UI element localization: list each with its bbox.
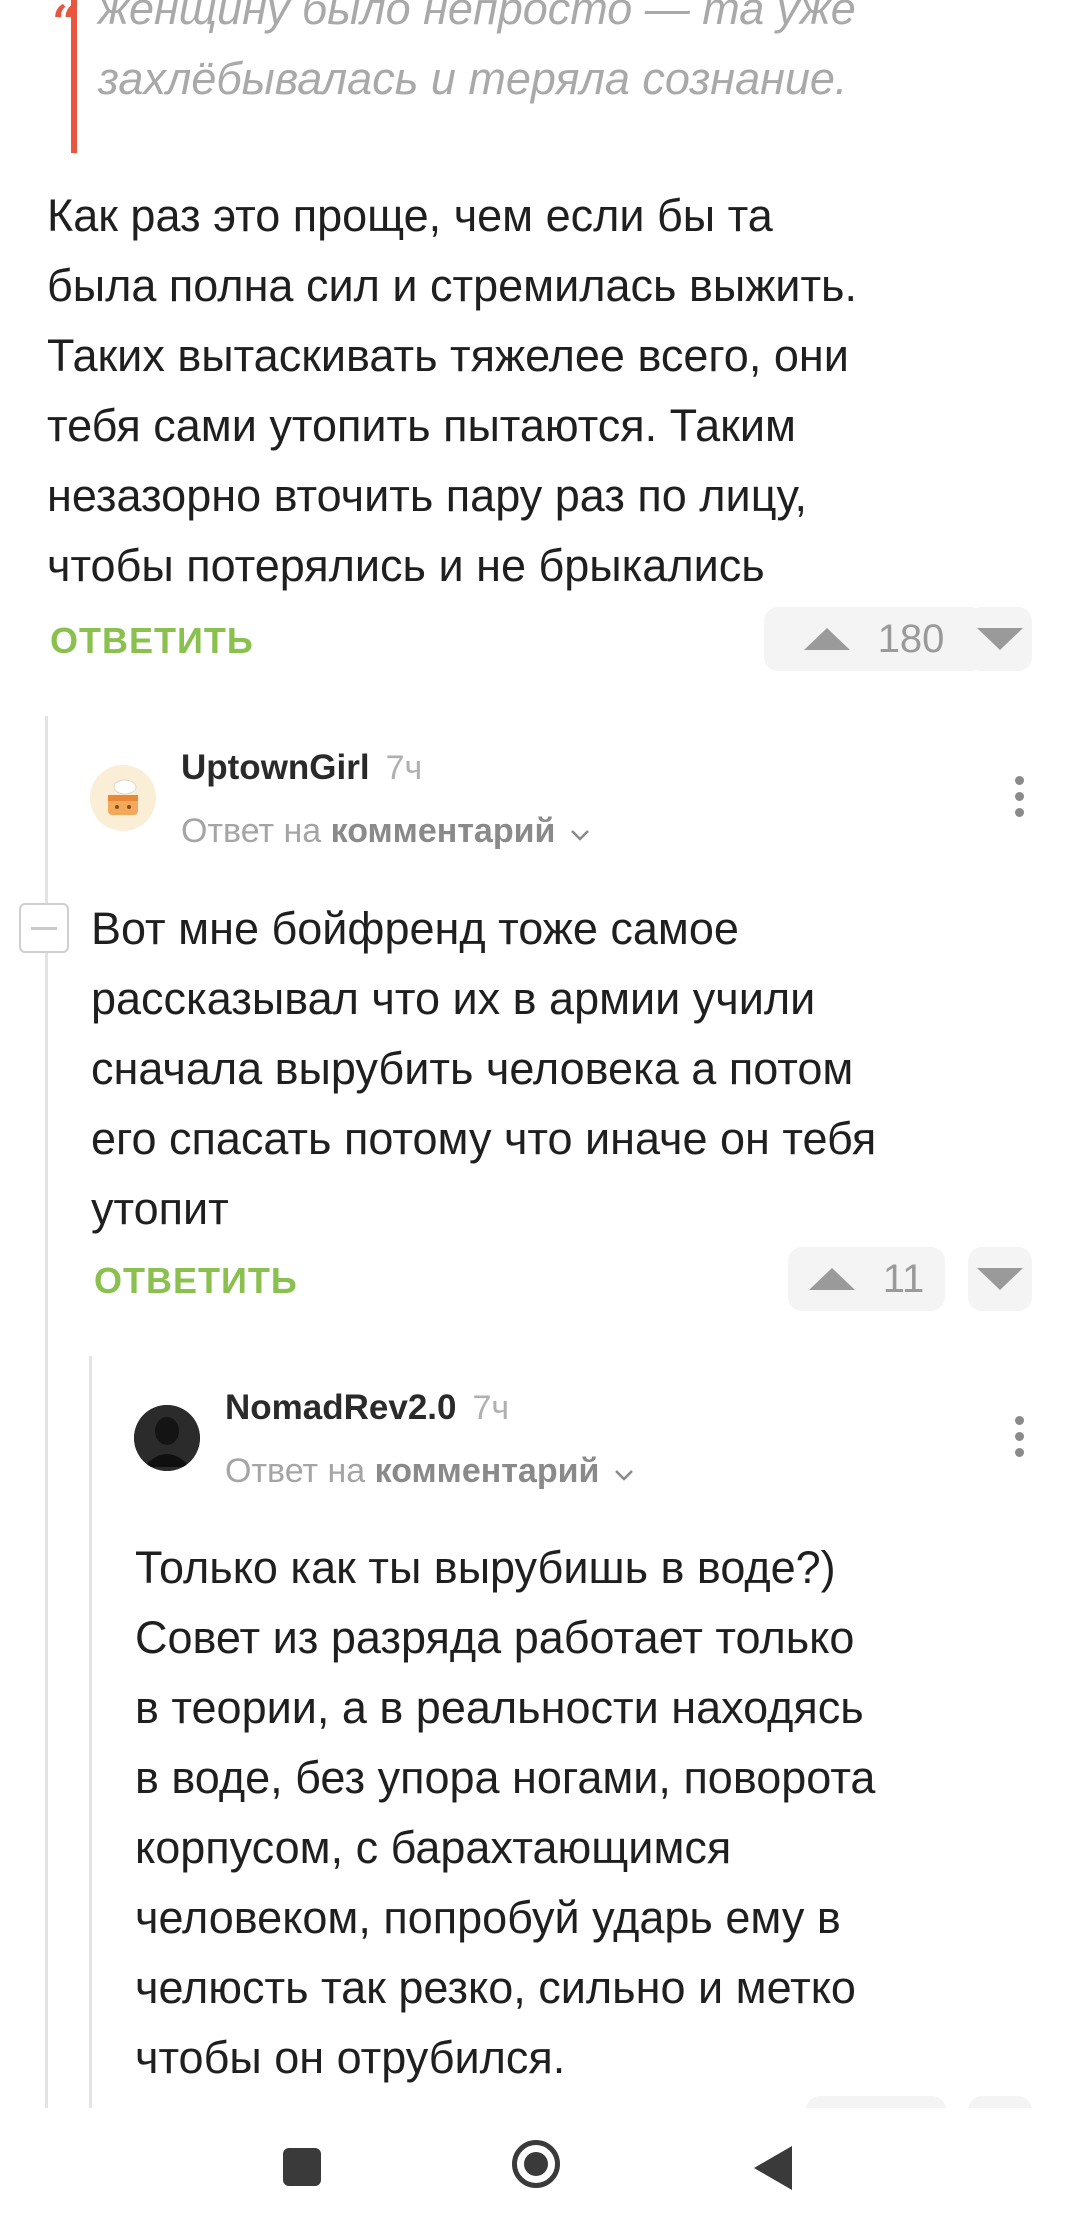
circle-home-icon[interactable]	[512, 2140, 560, 2188]
downvote-button[interactable]	[968, 607, 1032, 671]
quote-icon: “	[52, 0, 79, 49]
comment-text-nomad: Только как ты вырубишь в воде?) Совет из…	[135, 1542, 876, 2083]
comment-time: 7ч	[385, 749, 423, 787]
rating-count-uptowngirl: 11	[882, 1256, 925, 1301]
system-nav-bar	[0, 2108, 1080, 2238]
reply-button[interactable]: ОТВЕТИТЬ	[50, 620, 254, 662]
quoted-text: женщину было непросто — та уже захлёбыва…	[98, 0, 856, 104]
collapse-thread-icon[interactable]	[19, 903, 69, 953]
username-nomadrev[interactable]: NomadRev2.0 7ч	[225, 1388, 509, 1428]
username-uptowngirl[interactable]: UptownGirl 7ч	[181, 748, 422, 788]
more-options-button-nomad[interactable]	[1015, 1416, 1024, 1457]
downvote-arrow-icon	[977, 628, 1023, 650]
comment-text-uptowngirl: Вот мне бойфренд тоже самое рассказывал …	[91, 903, 877, 1234]
comment-text: Как раз это проще, чем если бы та была п…	[47, 190, 857, 591]
upvote-arrow-icon	[803, 628, 850, 650]
reply-to-link-nomad[interactable]: Ответ на комментарий	[225, 1452, 635, 1491]
avatar-nomadrev[interactable]	[134, 1405, 200, 1471]
square-recents-icon[interactable]	[283, 2148, 321, 2186]
reply-button-uptowngirl[interactable]: ОТВЕТИТЬ	[94, 1260, 298, 1302]
upvote-button-uptowngirl[interactable]: 11	[788, 1247, 945, 1311]
triangle-back-icon[interactable]	[754, 2146, 792, 2190]
downvote-arrow-icon	[977, 1268, 1023, 1290]
rating-count: 180	[877, 616, 945, 661]
more-options-button[interactable]	[1015, 776, 1024, 817]
chevron-down-icon	[570, 830, 589, 841]
reply-to-link[interactable]: Ответ на комментарий	[181, 812, 591, 851]
downvote-button-uptowngirl[interactable]	[968, 1247, 1032, 1311]
upvote-button[interactable]: 180	[764, 607, 984, 671]
upvote-arrow-icon	[808, 1268, 855, 1290]
avatar-uptowngirl[interactable]	[90, 765, 156, 831]
thread-line-nested	[89, 1356, 92, 2108]
chevron-down-icon	[614, 1470, 633, 1481]
comment-time: 7ч	[472, 1389, 510, 1427]
